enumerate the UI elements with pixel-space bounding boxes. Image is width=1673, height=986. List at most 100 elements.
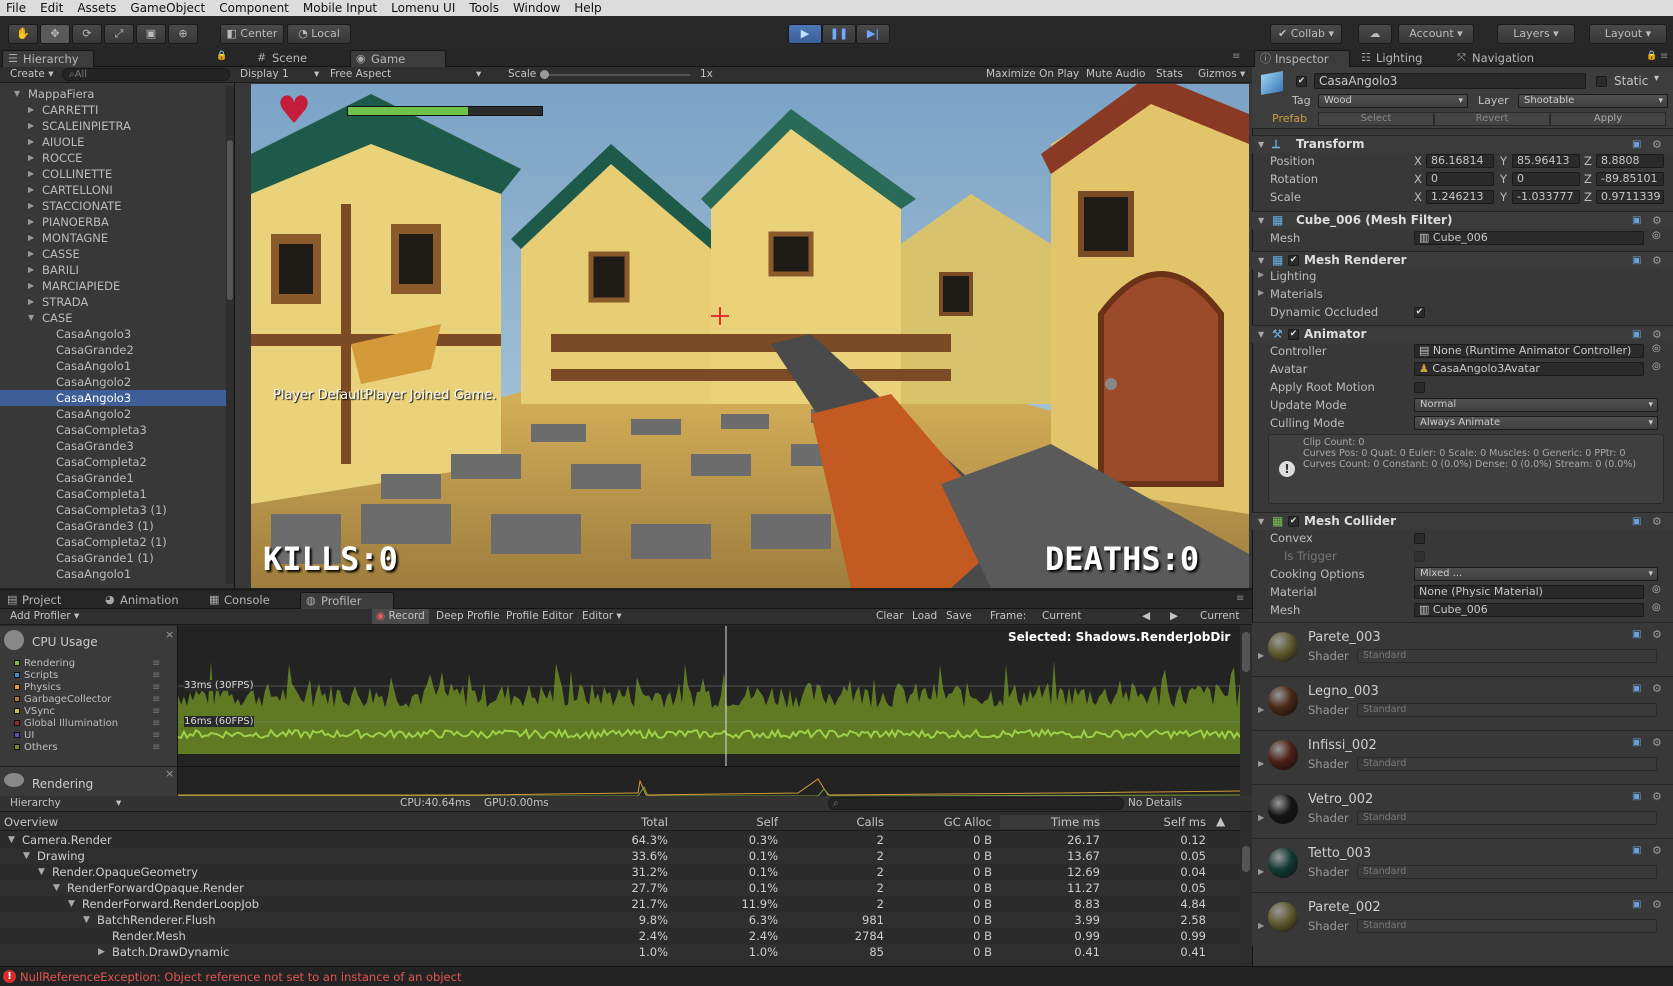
view-mode-dropdown[interactable]: Hierarchy ▾ xyxy=(10,796,121,811)
cpu-usage-graph[interactable]: 33ms (30FPS) 16ms (60FPS) Selected: Shad… xyxy=(177,626,1241,766)
help-icon[interactable]: ▣ xyxy=(1632,252,1641,269)
tree-item[interactable]: CasaCompleta2 xyxy=(0,454,234,470)
transform-header[interactable]: ▼ ⟂ Transform ▣ ⚙ xyxy=(1252,135,1673,153)
display-dropdown[interactable]: Display 1 ▾ xyxy=(240,67,320,82)
drag-handle-icon[interactable]: ≡ xyxy=(152,730,160,741)
profiler-row[interactable]: ▼ Drawing 33.6% 0.1% 2 0 B 13.67 0.05 xyxy=(0,848,1240,864)
current-frame-button[interactable]: Current xyxy=(1200,609,1239,624)
animator-header[interactable]: ▼ ⚒ ✔ Animator ▣ ⚙ xyxy=(1252,325,1673,343)
table-scroll-thumb[interactable] xyxy=(1242,846,1250,872)
position-x-field[interactable]: 86.16814 xyxy=(1426,154,1494,168)
prefab-apply-button[interactable]: Apply xyxy=(1550,112,1666,126)
help-icon[interactable]: ▣ xyxy=(1632,513,1641,530)
pause-button[interactable]: ❚❚ xyxy=(822,24,856,44)
menu-lomenu-ui[interactable]: Lomenu UI xyxy=(391,0,455,16)
rotation-y-field[interactable]: 0 xyxy=(1512,172,1580,186)
scale-slider[interactable] xyxy=(540,74,690,76)
menu-component[interactable]: Component xyxy=(219,0,289,16)
foldout-closed-icon[interactable]: ▶ xyxy=(28,118,34,134)
foldout-open-icon[interactable]: ▼ xyxy=(23,848,30,864)
drag-handle-icon[interactable]: ≡ xyxy=(152,670,160,681)
material-entry[interactable]: Parete_003 Shader Standard ▶ ▣ ⚙ xyxy=(1252,622,1673,676)
shader-dropdown[interactable]: Standard xyxy=(1357,703,1657,717)
controller-field[interactable]: ▤ None (Runtime Animator Controller) xyxy=(1414,344,1644,358)
material-entry[interactable]: Parete_002 Shader Standard ▶ ▣ ⚙ xyxy=(1252,892,1673,946)
pivot-local-button[interactable]: ◔ Local xyxy=(287,24,351,44)
tree-group[interactable]: ▶ MARCIAPIEDE xyxy=(0,278,234,294)
cloud-button[interactable]: ☁ xyxy=(1358,24,1392,44)
position-z-field[interactable]: 8.8808 xyxy=(1596,154,1664,168)
rendering-graph[interactable] xyxy=(178,766,1241,797)
foldout-right-icon[interactable]: ▶ xyxy=(1258,705,1264,714)
tree-group[interactable]: ▶ SCALEINPIETRA xyxy=(0,118,234,134)
tab-hierarchy[interactable]: ☰ Hierarchy xyxy=(2,50,94,67)
drag-handle-icon[interactable]: ≡ xyxy=(152,682,160,693)
tree-group[interactable]: ▶ MONTAGNE xyxy=(0,230,234,246)
maximize-on-play-toggle[interactable]: Maximize On Play xyxy=(986,67,1079,82)
apply-root-motion-checkbox[interactable] xyxy=(1414,380,1425,393)
tree-item[interactable]: CasaGrande3 xyxy=(0,438,234,454)
mesh-field[interactable]: ▥ Cube_006 xyxy=(1414,231,1644,245)
profiler-search-input[interactable]: ⌕ xyxy=(828,797,1124,810)
profiler-row[interactable]: ▼ RenderForward.RenderLoopJob 21.7% 11.9% 2 0… xyxy=(0,896,1240,912)
legend-item[interactable]: UI ≡ xyxy=(14,730,160,741)
tab-profiler[interactable]: ◍ Profiler xyxy=(300,592,394,609)
menu-tools[interactable]: Tools xyxy=(469,0,499,16)
object-picker-icon[interactable]: ◎ xyxy=(1652,343,1661,354)
profiler-row[interactable]: ▼ RenderForwardOpaque.Render 27.7% 0.1% 2 0 B… xyxy=(0,880,1240,896)
column-time-ms[interactable]: Time ms xyxy=(1000,815,1100,829)
material-entry[interactable]: Tetto_003 Shader Standard ▶ ▣ ⚙ xyxy=(1252,838,1673,892)
tree-item[interactable]: CasaAngolo1 xyxy=(0,566,234,582)
profiler-row[interactable]: Render.Mesh 2.4% 2.4% 2784 0 B 0.99 0.99 xyxy=(0,928,1240,944)
profiler-row[interactable]: ▼ BatchRenderer.Flush 9.8% 6.3% 981 0 B 3.99 2.… xyxy=(0,912,1240,928)
tab-navigation[interactable]: ⤧ Navigation xyxy=(1452,50,1562,67)
gear-icon[interactable]: ⚙ xyxy=(1652,136,1662,153)
lock-icon[interactable]: 🔒 xyxy=(1646,51,1657,61)
tree-item[interactable]: CasaCompleta1 xyxy=(0,486,234,502)
active-checkbox[interactable]: ✔ xyxy=(1296,74,1307,87)
mesh-renderer-header[interactable]: ▼ ▦ ✔ Mesh Renderer ▣ ⚙ xyxy=(1252,251,1673,269)
legend-item[interactable]: Others ≡ xyxy=(14,742,160,753)
rotate-tool-icon[interactable]: ⟳ xyxy=(72,24,102,44)
tab-console[interactable]: ▦ Console xyxy=(204,592,294,609)
foldout-closed-icon[interactable]: ▶ xyxy=(28,198,34,214)
foldout-closed-icon[interactable]: ▶ xyxy=(98,944,105,960)
cpu-usage-module[interactable]: CPU Usage × Rendering ≡ Scripts ≡ Physics ≡ Ga… xyxy=(0,626,178,766)
layers-dropdown[interactable]: Layers ▾ xyxy=(1497,24,1575,44)
foldout-open-icon[interactable]: ▼ xyxy=(28,310,34,326)
help-icon[interactable]: ▣ xyxy=(1632,629,1641,640)
help-icon[interactable]: ▣ xyxy=(1632,683,1641,694)
menu-edit[interactable]: Edit xyxy=(40,0,63,16)
gear-icon[interactable]: ⚙ xyxy=(1652,736,1662,749)
foldout-open-icon[interactable]: ▼ xyxy=(68,896,75,912)
mesh-renderer-enabled-checkbox[interactable]: ✔ xyxy=(1288,252,1299,269)
help-icon[interactable]: ▣ xyxy=(1632,791,1641,802)
profile-editor-toggle[interactable]: Profile Editor xyxy=(506,609,573,624)
deep-profile-toggle[interactable]: Deep Profile xyxy=(436,609,500,624)
material-entry[interactable]: Infissi_002 Shader Standard ▶ ▣ ⚙ xyxy=(1252,730,1673,784)
dynamic-occluded-checkbox[interactable]: ✔ xyxy=(1414,305,1425,318)
menu-help[interactable]: Help xyxy=(574,0,601,16)
static-checkbox[interactable] xyxy=(1596,74,1607,87)
foldout-closed-icon[interactable]: ▶ xyxy=(28,230,34,246)
mesh-collider-header[interactable]: ▼ ▦ ✔ Mesh Collider ▣ ⚙ xyxy=(1252,512,1673,530)
foldout-right-icon[interactable]: ▶ xyxy=(1258,813,1264,822)
tree-group[interactable]: ▶ COLLINETTE xyxy=(0,166,234,182)
tab-scene[interactable]: # Scene xyxy=(252,50,340,67)
foldout-open-icon[interactable]: ▼ xyxy=(53,880,60,896)
material-entry[interactable]: Vetro_002 Shader Standard ▶ ▣ ⚙ xyxy=(1252,784,1673,838)
rect-tool-icon[interactable]: ▣ xyxy=(136,24,166,44)
tree-group[interactable]: ▶ STRADA xyxy=(0,294,234,310)
prefab-select-button[interactable]: Select xyxy=(1318,112,1434,126)
help-icon[interactable]: ▣ xyxy=(1632,899,1641,910)
object-picker-icon[interactable]: ◎ xyxy=(1652,584,1661,595)
gizmos-dropdown[interactable]: Gizmos ▾ xyxy=(1198,67,1245,82)
gear-icon[interactable]: ⚙ xyxy=(1652,790,1662,803)
update-mode-dropdown[interactable]: Normal xyxy=(1414,398,1658,412)
tree-item[interactable]: CasaAngolo2 xyxy=(0,406,234,422)
static-dropdown-icon[interactable]: ▾ xyxy=(1654,73,1659,84)
tree-item[interactable]: CasaAngolo1 xyxy=(0,358,234,374)
legend-item[interactable]: Physics ≡ xyxy=(14,682,160,693)
drag-handle-icon[interactable]: ≡ xyxy=(152,658,160,669)
menu-gameobject[interactable]: GameObject xyxy=(130,0,205,16)
